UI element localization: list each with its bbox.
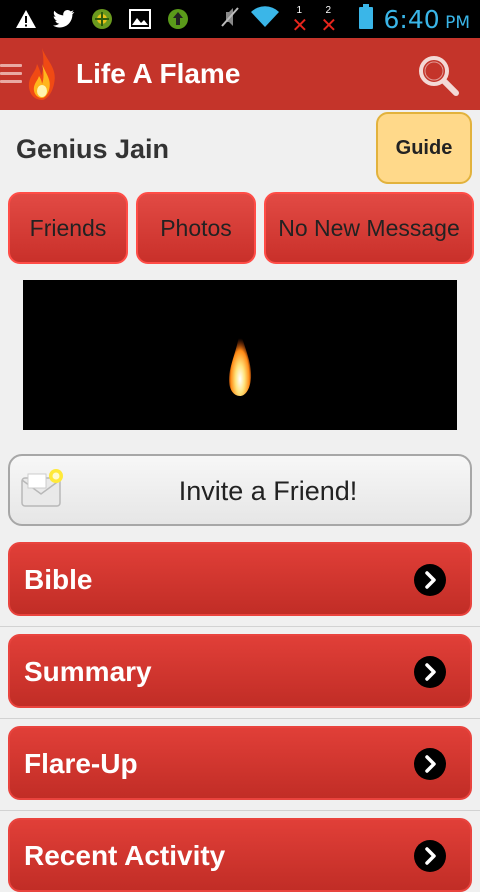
flame-logo-icon[interactable] (24, 46, 60, 102)
search-icon[interactable] (416, 53, 460, 97)
upload-icon (166, 7, 190, 31)
menu-item-flare-up[interactable]: Flare-Up (8, 726, 472, 800)
chevron-right-icon (414, 564, 446, 596)
menu-icon[interactable] (0, 64, 24, 86)
envelope-icon (18, 466, 64, 512)
mute-icon (220, 6, 240, 33)
menu-item-recent-activity[interactable]: Recent Activity (8, 818, 472, 892)
chevron-right-icon (414, 748, 446, 780)
user-name: Genius Jain (16, 134, 170, 164)
system-icons: 1 ✕ 2 ✕ 6:40 PM (220, 4, 470, 37)
sim1-no-signal-icon: ✕ (291, 14, 309, 37)
friends-button[interactable]: Friends (8, 192, 128, 264)
app-icon (90, 7, 114, 31)
twitter-icon (52, 7, 76, 31)
signal-icon: 1 ✕ 2 ✕ (290, 5, 348, 37)
status-bar: 1 ✕ 2 ✕ 6:40 PM (0, 0, 480, 38)
app-title: Life A Flame (76, 58, 241, 89)
image-icon (128, 7, 152, 31)
menu-item-bible[interactable]: Bible (8, 542, 472, 616)
chevron-right-icon (414, 840, 446, 872)
divider (0, 718, 480, 719)
candle-flame-icon (226, 326, 254, 398)
messages-button[interactable]: No New Message (264, 192, 474, 264)
photos-button[interactable]: Photos (136, 192, 256, 264)
menu-item-label: Bible (24, 564, 93, 595)
chevron-right-icon (414, 656, 446, 688)
menu-item-label: Summary (24, 656, 152, 687)
divider (0, 626, 480, 627)
sim2-no-signal-icon: ✕ (320, 14, 338, 37)
clock-time: 6:40 (383, 5, 440, 34)
menu-item-label: Flare-Up (24, 748, 138, 779)
battery-icon (358, 4, 374, 35)
clock-period-text: PM (445, 13, 470, 33)
invite-friend-button[interactable]: Invite a Friend! (8, 454, 472, 526)
menu-item-label: Recent Activity (24, 840, 226, 871)
warning-icon (14, 7, 38, 31)
wifi-icon (250, 6, 280, 33)
clock: 6:40 PM (384, 5, 470, 34)
clock-period: PM (440, 13, 470, 33)
menu-item-summary[interactable]: Summary (8, 634, 472, 708)
app-bar: Life A Flame (0, 38, 480, 110)
divider (0, 810, 480, 811)
notification-icons (14, 7, 190, 31)
guide-button[interactable]: Guide (376, 112, 472, 184)
invite-label: Invite a Friend! (178, 476, 358, 506)
